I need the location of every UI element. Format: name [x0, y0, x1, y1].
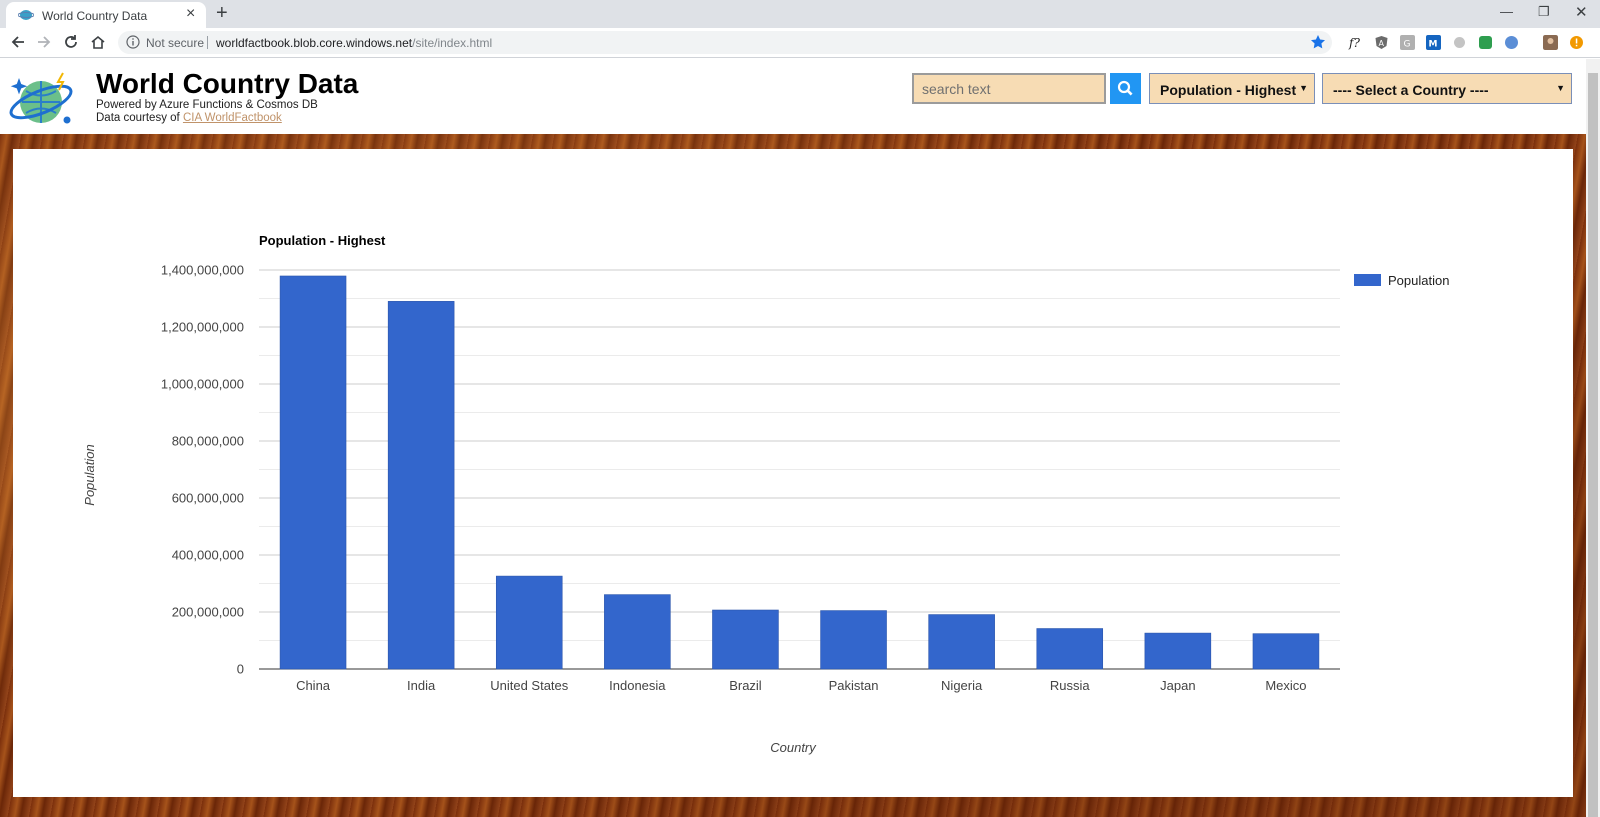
x-tick-label: Pakistan [829, 678, 879, 693]
sort-dropdown-arrow-icon: ▼ [1299, 83, 1308, 93]
browser-tab-bar: World Country Data × + — ❐ ✕ [0, 0, 1600, 28]
minimize-icon[interactable]: — [1500, 4, 1513, 19]
bar[interactable] [604, 594, 671, 670]
y-tick-label: 800,000,000 [172, 434, 244, 449]
y-tick-label: 600,000,000 [172, 491, 244, 506]
bar[interactable] [495, 575, 563, 670]
m-extension-icon[interactable]: M [1426, 35, 1441, 50]
search-input[interactable] [912, 73, 1106, 104]
country-select[interactable]: ---- Select a Country ---- ▼ [1322, 73, 1572, 104]
chart-x-ticks: China India United States Indonesia Brazil Pa… [296, 678, 1306, 693]
sort-select-value: Population - Highest [1160, 82, 1297, 98]
new-tab-icon[interactable]: + [216, 2, 228, 25]
scrollbar-thumb[interactable] [1588, 73, 1598, 817]
y-tick-label: 0 [237, 662, 244, 677]
info-icon[interactable] [126, 35, 140, 49]
legend-swatch [1354, 274, 1381, 286]
x-tick-label: Brazil [729, 678, 762, 693]
angular-extension-icon[interactable]: A [1374, 35, 1389, 50]
population-chart: 0 200,000,000 400,000,000 600,000,000 800,00… [82, 233, 1449, 755]
url-text: worldfactbook.blob.core.windows.net/site… [216, 36, 492, 50]
bar[interactable] [820, 610, 887, 670]
search-icon [1117, 80, 1133, 96]
y-tick-label: 200,000,000 [172, 605, 244, 620]
bookmark-star-icon[interactable] [1310, 34, 1326, 50]
x-tick-label: China [296, 678, 331, 693]
url-path: /site/index.html [412, 36, 493, 50]
circle-extension-icon[interactable] [1452, 35, 1467, 50]
google-extension-icon[interactable]: G [1400, 35, 1415, 50]
bar[interactable] [387, 301, 455, 670]
x-tick-label: United States [490, 678, 569, 693]
tab-title: World Country Data [42, 9, 148, 23]
cosmos-globe-logo-icon [9, 72, 73, 124]
country-dropdown-arrow-icon: ▼ [1556, 83, 1565, 93]
bar[interactable] [1036, 628, 1104, 670]
country-select-value: ---- Select a Country ---- [1333, 82, 1489, 98]
page-scrollbar[interactable] [1586, 59, 1600, 817]
search-button[interactable] [1110, 73, 1141, 104]
x-tick-label: Indonesia [609, 678, 666, 693]
tab-close-icon[interactable]: × [186, 5, 195, 23]
globe-favicon-icon [18, 10, 34, 20]
x-tick-label: Russia [1050, 678, 1091, 693]
profile-avatar-icon[interactable] [1543, 35, 1558, 50]
courtesy-prefix: Data courtesy of [96, 112, 180, 124]
reload-icon[interactable] [62, 33, 80, 51]
home-icon[interactable] [89, 33, 107, 51]
bar[interactable] [279, 275, 347, 670]
site-subtitle: Powered by Azure Functions & Cosmos DB [96, 99, 318, 111]
chart-x-axis-label: Country [770, 740, 817, 755]
chart-bars [279, 275, 1320, 670]
page-header: World Country Data Powered by Azure Func… [0, 59, 1586, 134]
sort-select[interactable]: Population - Highest ▼ [1149, 73, 1315, 104]
x-tick-label: Mexico [1265, 678, 1306, 693]
browser-tab[interactable]: World Country Data × [6, 2, 206, 28]
green-extension-icon[interactable] [1478, 35, 1493, 50]
y-tick-label: 400,000,000 [172, 548, 244, 563]
bar[interactable] [712, 609, 779, 670]
browser-toolbar: Not secure worldfactbook.blob.core.windo… [0, 28, 1600, 58]
bar[interactable] [1252, 633, 1320, 670]
url-host: worldfactbook.blob.core.windows.net [216, 36, 413, 50]
y-tick-label: 1,200,000,000 [161, 320, 244, 335]
window-close-icon[interactable]: ✕ [1575, 3, 1588, 21]
formula-extension-icon[interactable]: f? [1348, 35, 1363, 50]
address-divider [207, 36, 208, 49]
svg-text:G: G [1404, 40, 1411, 50]
legend-label: Population [1388, 273, 1449, 288]
cia-worldfactbook-link[interactable]: CIA WorldFactbook [183, 112, 282, 124]
svg-text:A: A [1379, 39, 1385, 48]
data-courtesy: Data courtesy of CIA WorldFactbook [96, 112, 282, 124]
security-label: Not secure [146, 36, 205, 50]
x-tick-label: Japan [1160, 678, 1195, 693]
chart-panel: 0 200,000,000 400,000,000 600,000,000 800,00… [13, 149, 1573, 797]
x-tick-label: India [407, 678, 436, 693]
bar[interactable] [928, 614, 995, 670]
chart-title: Population - Highest [259, 233, 386, 248]
y-tick-label: 1,400,000,000 [161, 263, 244, 278]
site-title: World Country Data [96, 68, 359, 99]
chart-y-axis-label: Population [82, 444, 97, 505]
svg-text:f?: f? [1348, 36, 1360, 50]
chart-y-ticks: 0 200,000,000 400,000,000 600,000,000 800,00… [161, 263, 244, 677]
y-tick-label: 1,000,000,000 [161, 377, 244, 392]
restore-icon[interactable]: ❐ [1538, 4, 1550, 20]
address-bar[interactable]: Not secure worldfactbook.blob.core.windo… [118, 31, 1332, 54]
back-arrow-icon[interactable] [9, 33, 27, 51]
svg-text:M: M [1429, 40, 1438, 50]
x-tick-label: Nigeria [941, 678, 983, 693]
bar[interactable] [1144, 632, 1212, 670]
update-alert-icon[interactable] [1569, 35, 1584, 50]
forward-arrow-icon[interactable] [35, 33, 53, 51]
blue-extension-icon[interactable] [1504, 35, 1519, 50]
